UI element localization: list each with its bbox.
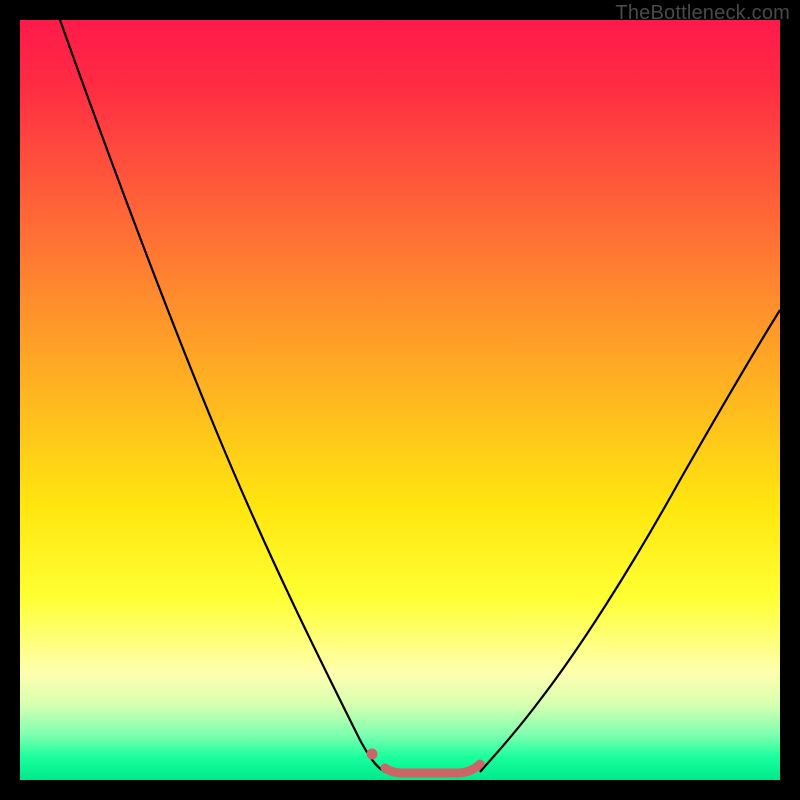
curve-layer	[20, 20, 780, 780]
bottom-marker-curve	[385, 764, 480, 773]
right-curve	[480, 310, 780, 772]
marker-dot	[367, 749, 378, 760]
left-curve	[60, 20, 385, 772]
